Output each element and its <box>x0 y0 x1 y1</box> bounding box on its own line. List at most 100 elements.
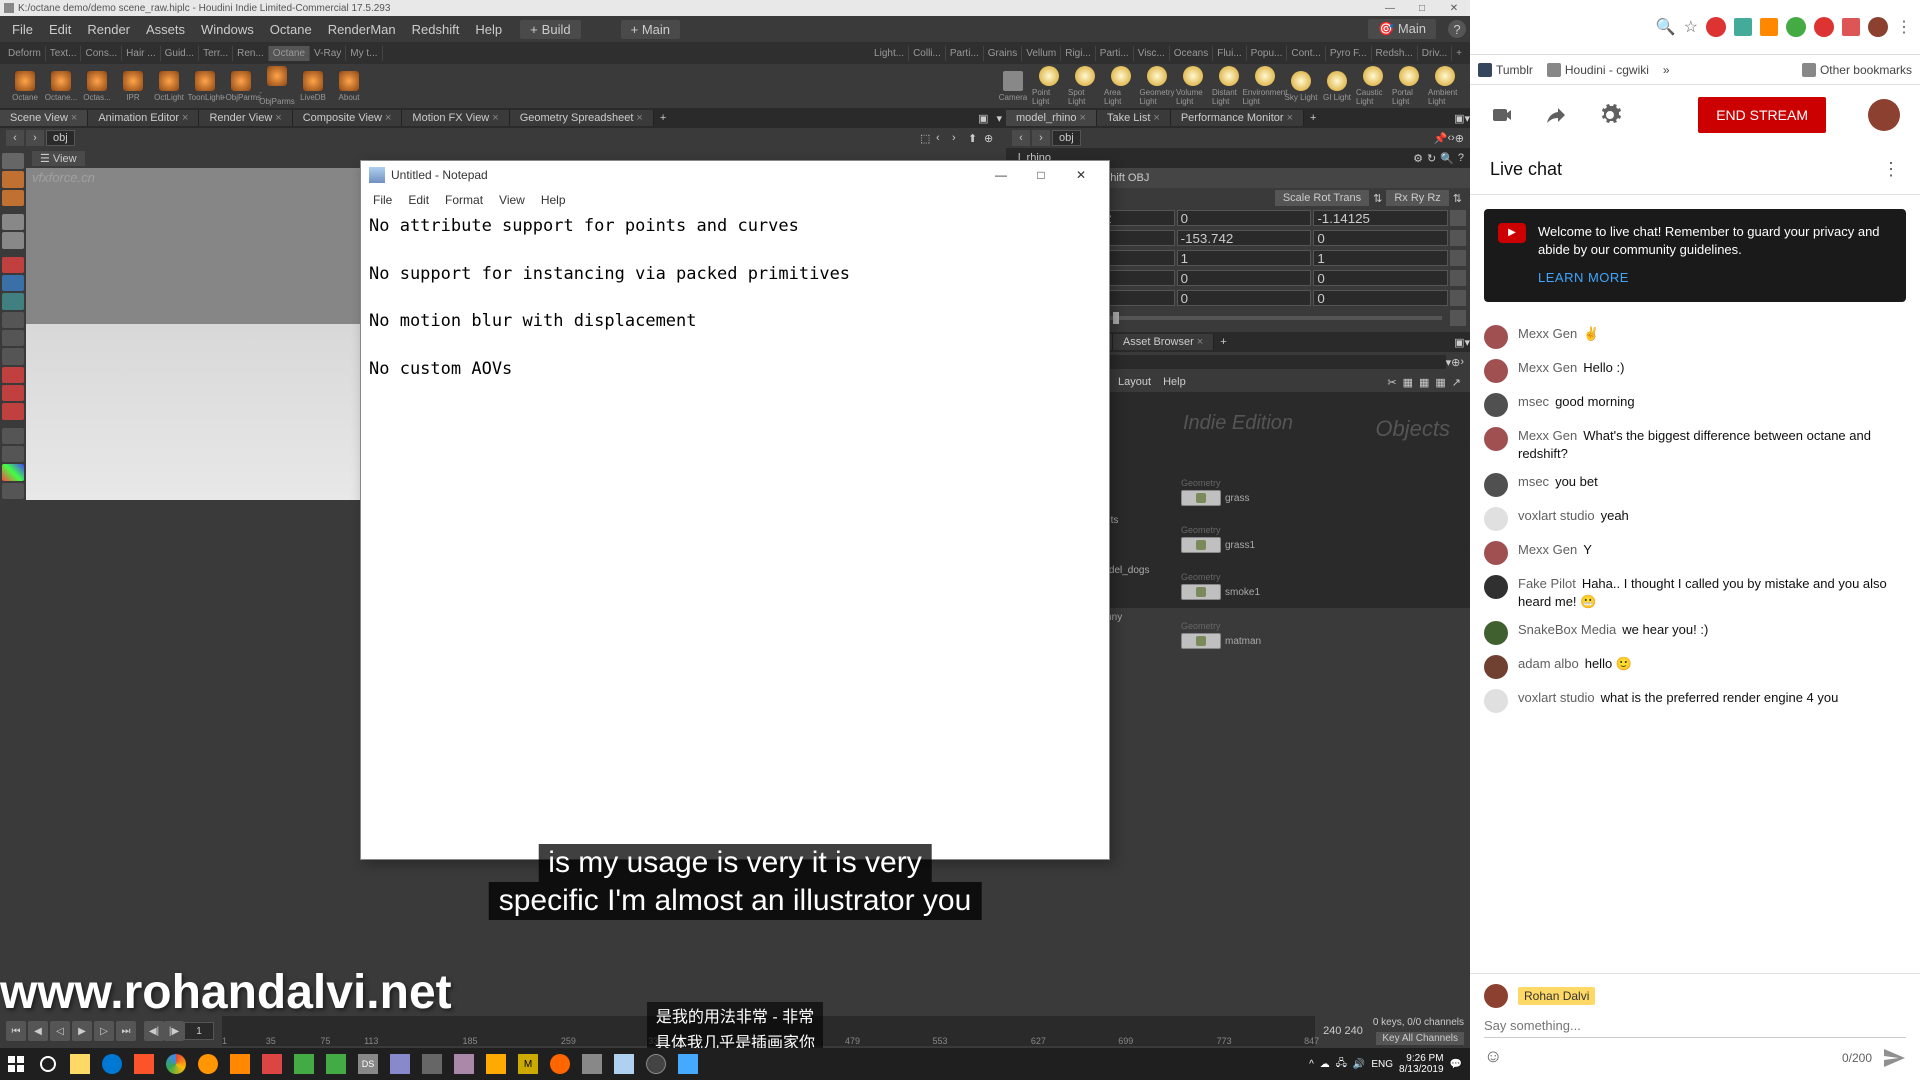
shelf-icon[interactable]: -ObjParms <box>260 66 294 106</box>
menu-file[interactable]: File <box>4 20 41 39</box>
shelf-tab[interactable]: Cont... <box>1287 46 1325 61</box>
param-field[interactable] <box>1313 210 1448 226</box>
tool-icon[interactable] <box>2 312 24 328</box>
ext-icon[interactable] <box>1706 17 1726 37</box>
param-field[interactable] <box>1177 250 1312 266</box>
net-icon[interactable]: ▦ <box>1400 376 1416 389</box>
shelf-tab[interactable]: Light... <box>870 46 909 61</box>
reload-icon[interactable]: ↻ <box>1427 152 1436 165</box>
tab-composite-view[interactable]: Composite View× <box>293 110 403 126</box>
network-node[interactable]: Geometrymatman <box>1181 633 1261 649</box>
maximize-button[interactable]: □ <box>1410 3 1434 14</box>
tool-icon[interactable] <box>2 446 24 462</box>
chrome-menu-icon[interactable]: ⋮ <box>1896 17 1912 37</box>
panel-icon[interactable]: ▾ <box>1464 112 1470 125</box>
axis-tool-icon[interactable] <box>2 464 24 480</box>
shelf-tab[interactable]: Parti... <box>1096 46 1134 61</box>
net-menu-layout[interactable]: Layout <box>1112 376 1157 388</box>
net-menu-help[interactable]: Help <box>1157 376 1192 388</box>
shelf-light-icon[interactable]: Ambient Light <box>1428 66 1462 106</box>
param-field[interactable] <box>1177 290 1312 306</box>
shelf-add-icon[interactable]: + <box>1452 48 1466 59</box>
shelf-tab[interactable]: Flui... <box>1213 46 1246 61</box>
path-forward-icon[interactable]: › <box>26 130 44 146</box>
path-icon[interactable]: ⬚ <box>920 132 936 145</box>
notepad-minimize-button[interactable]: — <box>981 161 1021 189</box>
path-icon[interactable]: ‹ <box>936 132 952 144</box>
app-icon[interactable] <box>448 1048 480 1080</box>
shelf-light-icon[interactable]: Environment Light <box>1248 66 1282 106</box>
network-node[interactable]: Geometrygrass1 <box>1181 537 1255 553</box>
menu-windows[interactable]: Windows <box>193 20 262 39</box>
tab-perf-monitor[interactable]: Performance Monitor× <box>1171 110 1304 126</box>
tool-icon[interactable] <box>2 275 24 291</box>
tab-render-view[interactable]: Render View× <box>199 110 292 126</box>
net-icon[interactable]: ↗ <box>1449 376 1464 389</box>
tray-network-icon[interactable]: 🖧 <box>1336 1056 1347 1073</box>
bookmarks-overflow-icon[interactable]: » <box>1663 63 1670 77</box>
tool-icon[interactable] <box>2 367 24 383</box>
chat-menu-icon[interactable]: ⋮ <box>1882 159 1900 180</box>
param-field[interactable] <box>1177 270 1312 286</box>
key-all-button[interactable]: Key All Channels <box>1376 1032 1464 1045</box>
app-icon[interactable] <box>320 1048 352 1080</box>
tray-notifications-icon[interactable]: 💬 <box>1450 1059 1462 1070</box>
shelf-tab[interactable]: Cons... <box>81 46 122 61</box>
tab-take-list[interactable]: Take List× <box>1097 110 1171 126</box>
shelf-light-icon[interactable]: Portal Light <box>1392 66 1426 106</box>
brave-icon[interactable] <box>128 1048 160 1080</box>
panel-fullscreen-icon[interactable]: ▣ <box>974 112 992 125</box>
menu-assets[interactable]: Assets <box>138 20 193 39</box>
tool-icon[interactable] <box>2 257 24 273</box>
shelf-tab[interactable]: Octane <box>269 46 310 61</box>
ext-icon[interactable] <box>1734 18 1752 36</box>
app-icon[interactable]: M <box>512 1048 544 1080</box>
shelf-tab[interactable]: Pyro F... <box>1326 46 1372 61</box>
radial-main-button[interactable]: 🎯 Main <box>1368 19 1436 39</box>
net-icon[interactable]: ▦ <box>1432 376 1448 389</box>
notepad-maximize-button[interactable]: □ <box>1021 161 1061 189</box>
ext-icon[interactable] <box>1786 17 1806 37</box>
desktop-build-button[interactable]: + Build <box>520 20 581 39</box>
send-button-icon[interactable] <box>1882 1046 1906 1070</box>
chat-input[interactable] <box>1484 1014 1906 1038</box>
shelf-tab[interactable]: Vellum <box>1022 46 1061 61</box>
shelf-tab[interactable]: Ren... <box>233 46 269 61</box>
shelf-tab[interactable]: V-Ray <box>310 46 346 61</box>
param-field[interactable] <box>1313 270 1448 286</box>
cortana-icon[interactable] <box>32 1048 64 1080</box>
path-icon[interactable]: › <box>952 132 968 144</box>
other-bookmarks[interactable]: Other bookmarks <box>1802 63 1912 77</box>
shelf-icon[interactable]: Octane... <box>44 66 78 106</box>
path-icon[interactable]: ⊕ <box>984 132 1000 145</box>
shelf-icon[interactable]: ToonLight <box>188 66 222 106</box>
app-icon[interactable] <box>256 1048 288 1080</box>
shelf-octane-icon[interactable]: Octane <box>8 66 42 106</box>
gear-icon[interactable]: ⚙ <box>1413 152 1423 165</box>
firefox-icon[interactable] <box>192 1048 224 1080</box>
param-field[interactable] <box>1313 230 1448 246</box>
notepad-titlebar[interactable]: Untitled - Notepad — □ ✕ <box>361 161 1109 189</box>
shelf-tab[interactable]: Terr... <box>199 46 233 61</box>
menu-edit[interactable]: Edit <box>41 20 79 39</box>
app-icon[interactable] <box>288 1048 320 1080</box>
param-field[interactable] <box>1313 250 1448 266</box>
tool-icon[interactable] <box>2 190 24 206</box>
shelf-light-icon[interactable]: Distant Light <box>1212 66 1246 106</box>
profile-avatar-icon[interactable] <box>1868 17 1888 37</box>
shelf-tab[interactable]: Driv... <box>1418 46 1452 61</box>
notepad-task-icon[interactable] <box>608 1048 640 1080</box>
tray-volume-icon[interactable]: 🔊 <box>1353 1059 1365 1070</box>
minimize-button[interactable]: — <box>1378 3 1402 14</box>
param-btn[interactable] <box>1450 210 1466 226</box>
notepad-menu-file[interactable]: File <box>365 191 400 209</box>
path-icon[interactable]: ⬆ <box>968 132 984 145</box>
net-icon[interactable]: ✂ <box>1384 376 1399 389</box>
shelf-tab[interactable]: Parti... <box>946 46 984 61</box>
panel-icon[interactable]: ▣ <box>1454 336 1464 349</box>
tool-icon[interactable] <box>2 171 24 187</box>
shelf-icon[interactable]: IPR <box>116 66 150 106</box>
bookmark-tumblr[interactable]: Tumblr <box>1478 63 1533 77</box>
tray-cloud-icon[interactable]: ☁ <box>1320 1059 1330 1070</box>
param-btn[interactable] <box>1450 270 1466 286</box>
